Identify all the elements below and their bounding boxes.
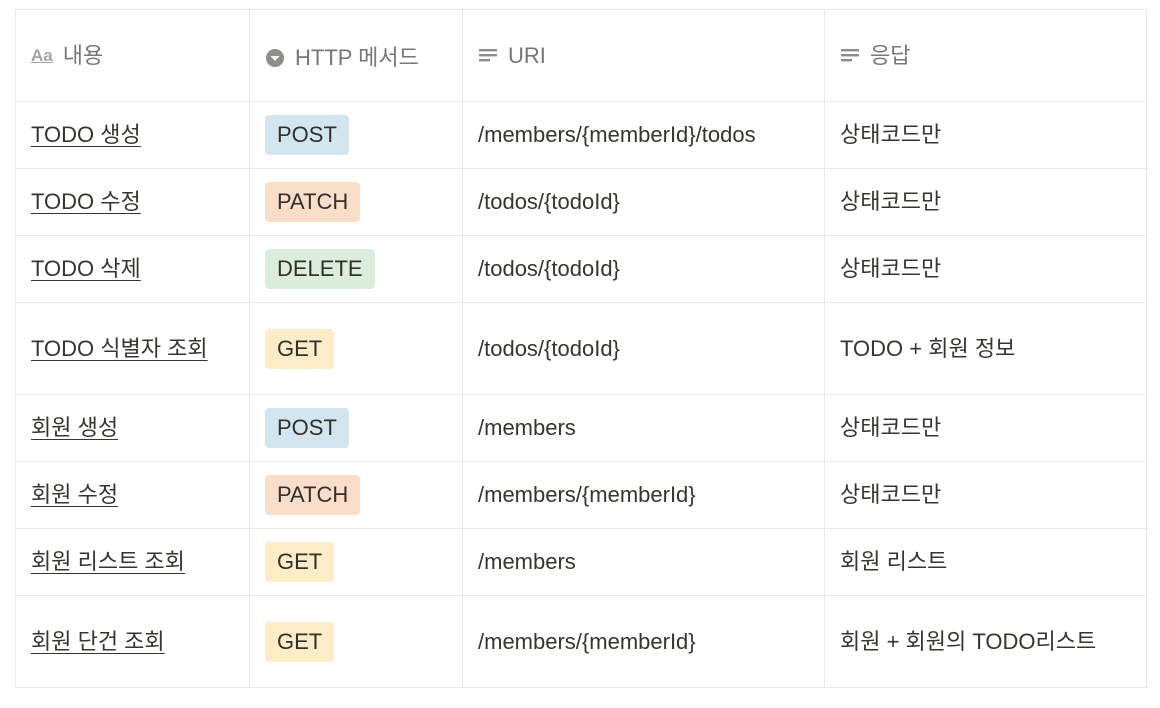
cell-response[interactable]: 회원 리스트 xyxy=(824,528,1147,596)
method-tag-get[interactable]: GET xyxy=(265,328,335,369)
text-lines-icon xyxy=(478,41,498,71)
method-tag-patch[interactable]: PATCH xyxy=(265,182,361,222)
row-title-link[interactable]: TODO 삭제 xyxy=(31,256,141,281)
cell-method[interactable]: POST xyxy=(249,101,463,169)
table-row[interactable]: TODO 생성 POST /members/{memberId}/todos 상… xyxy=(15,101,1147,169)
row-title-link[interactable]: TODO 생성 xyxy=(31,122,141,147)
cell-response[interactable]: 상태코드만 xyxy=(824,461,1147,529)
title-property-icon: Aa xyxy=(31,45,53,65)
cell-response[interactable]: 상태코드만 xyxy=(824,101,1147,169)
cell-uri[interactable]: /todos/{todoId} xyxy=(462,168,825,236)
cell-name: 회원 리스트 조회 xyxy=(15,528,250,596)
method-tag-get[interactable]: GET xyxy=(265,542,335,582)
cell-method[interactable]: PATCH xyxy=(249,461,463,529)
cell-name: 회원 수정 xyxy=(15,461,250,529)
cell-method[interactable]: GET xyxy=(249,595,463,688)
cell-method[interactable]: POST xyxy=(249,394,463,462)
table-row[interactable]: TODO 수정 PATCH /todos/{todoId} 상태코드만 xyxy=(15,168,1147,236)
cell-name: TODO 식별자 조회 xyxy=(15,302,250,395)
column-header-name[interactable]: Aa 내용 xyxy=(15,9,250,102)
cell-method[interactable]: DELETE xyxy=(249,235,463,303)
cell-name: TODO 삭제 xyxy=(15,235,250,303)
cell-method[interactable]: PATCH xyxy=(249,168,463,236)
text-lines-icon xyxy=(840,41,860,71)
table-row[interactable]: 회원 수정 PATCH /members/{memberId} 상태코드만 xyxy=(15,461,1147,529)
column-header-name-label: 내용 xyxy=(62,42,104,68)
cell-uri[interactable]: /todos/{todoId} xyxy=(462,302,825,395)
method-tag-get[interactable]: GET xyxy=(265,621,335,662)
row-title-link[interactable]: 회원 수정 xyxy=(31,482,118,507)
method-tag-post[interactable]: POST xyxy=(265,115,349,155)
column-header-method-label: HTTP 메서드 xyxy=(295,44,419,70)
row-title-link[interactable]: TODO 식별자 조회 xyxy=(31,336,208,361)
method-tag-post[interactable]: POST xyxy=(265,408,349,448)
cell-method[interactable]: GET xyxy=(249,528,463,596)
cell-uri[interactable]: /todos/{todoId} xyxy=(462,235,825,303)
table-row[interactable]: 회원 단건 조회 GET /members/{memberId} 회원 + 회원… xyxy=(15,595,1147,688)
cell-name: TODO 수정 xyxy=(15,168,250,236)
api-table: Aa 내용 HTTP 메서드 URI 응답 TODO 생성 POST /memb… xyxy=(15,9,1147,688)
cell-uri[interactable]: /members/{memberId} xyxy=(462,461,825,529)
table-row[interactable]: TODO 삭제 DELETE /todos/{todoId} 상태코드만 xyxy=(15,235,1147,303)
cell-response[interactable]: 상태코드만 xyxy=(824,394,1147,462)
select-icon xyxy=(265,43,285,73)
table-row[interactable]: 회원 리스트 조회 GET /members 회원 리스트 xyxy=(15,528,1147,596)
column-header-uri-label: URI xyxy=(508,42,546,68)
cell-uri[interactable]: /members xyxy=(462,528,825,596)
row-title-link[interactable]: 회원 리스트 조회 xyxy=(31,549,185,574)
cell-response[interactable]: TODO + 회원 정보 xyxy=(824,302,1147,395)
table-row[interactable]: TODO 식별자 조회 GET /todos/{todoId} TODO + 회… xyxy=(15,302,1147,395)
method-tag-delete[interactable]: DELETE xyxy=(265,249,375,289)
api-table-container: Aa 내용 HTTP 메서드 URI 응답 TODO 생성 POST /memb… xyxy=(15,9,1147,688)
column-header-response-label: 응답 xyxy=(870,42,911,68)
cell-name: TODO 생성 xyxy=(15,101,250,169)
cell-name: 회원 단건 조회 xyxy=(15,595,250,688)
row-title-link[interactable]: 회원 단건 조회 xyxy=(31,629,165,654)
cell-response[interactable]: 상태코드만 xyxy=(824,235,1147,303)
row-title-link[interactable]: 회원 생성 xyxy=(31,415,118,440)
cell-uri[interactable]: /members xyxy=(462,394,825,462)
method-tag-patch[interactable]: PATCH xyxy=(265,475,361,515)
column-header-method[interactable]: HTTP 메서드 xyxy=(249,9,463,102)
column-header-response[interactable]: 응답 xyxy=(824,9,1147,102)
cell-response[interactable]: 회원 + 회원의 TODO리스트 xyxy=(824,595,1147,688)
cell-response[interactable]: 상태코드만 xyxy=(824,168,1147,236)
table-row[interactable]: 회원 생성 POST /members 상태코드만 xyxy=(15,394,1147,462)
row-title-link[interactable]: TODO 수정 xyxy=(31,189,141,214)
cell-name: 회원 생성 xyxy=(15,394,250,462)
cell-uri[interactable]: /members/{memberId} xyxy=(462,595,825,688)
header-row: Aa 내용 HTTP 메서드 URI 응답 xyxy=(15,9,1147,102)
column-header-uri[interactable]: URI xyxy=(462,9,825,102)
cell-method[interactable]: GET xyxy=(249,302,463,395)
cell-uri[interactable]: /members/{memberId}/todos xyxy=(462,101,825,169)
